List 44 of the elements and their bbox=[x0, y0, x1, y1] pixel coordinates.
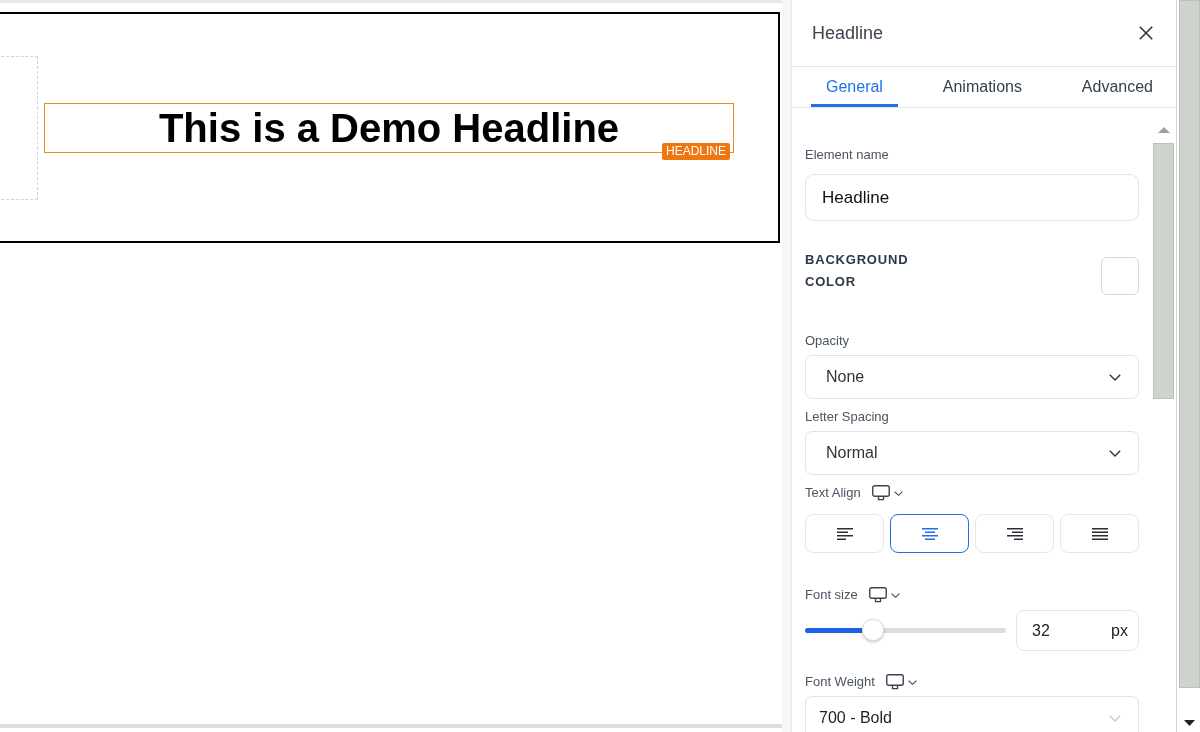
tab[interactable]: Animations bbox=[927, 67, 1037, 107]
number-field[interactable]: 32 px bbox=[1016, 610, 1139, 651]
field-label: Font size bbox=[805, 587, 858, 603]
field-label: BACKGROUND COLOR bbox=[805, 251, 910, 291]
tab[interactable]: Advanced bbox=[1066, 67, 1168, 107]
align-center-button[interactable] bbox=[890, 514, 969, 553]
slider-thumb[interactable] bbox=[862, 619, 885, 641]
chevron-down-icon[interactable] bbox=[890, 592, 900, 598]
monitor-icon[interactable] bbox=[871, 485, 890, 501]
close-button[interactable] bbox=[1139, 26, 1153, 40]
monitor-icon[interactable] bbox=[868, 587, 887, 603]
dropdown[interactable]: Normal bbox=[805, 431, 1139, 475]
panel-title: Headline bbox=[812, 22, 884, 44]
text-field[interactable]: Headline bbox=[805, 174, 1139, 221]
chevron-down-icon[interactable] bbox=[893, 490, 903, 496]
field-value: 32 bbox=[1032, 621, 1050, 640]
align-right-icon bbox=[1006, 527, 1023, 540]
chevron-down-icon[interactable] bbox=[1109, 449, 1121, 457]
align-justify-icon bbox=[1091, 527, 1108, 540]
scrollbar-thumb[interactable] bbox=[1153, 143, 1174, 399]
field-label: Element name bbox=[805, 147, 889, 163]
align-justify-button[interactable] bbox=[1060, 514, 1139, 553]
align-right-button[interactable] bbox=[975, 514, 1054, 553]
field-label: Opacity bbox=[805, 333, 850, 349]
scroll-down-arrow-icon[interactable] bbox=[1184, 720, 1195, 726]
color-swatch[interactable] bbox=[1101, 257, 1139, 295]
monitor-icon[interactable] bbox=[885, 674, 904, 690]
field-label: Text Align bbox=[805, 485, 861, 501]
dropdown[interactable]: None bbox=[805, 355, 1139, 399]
chevron-down-icon[interactable] bbox=[1109, 373, 1121, 381]
headline-text: This is a Demo Headline bbox=[158, 104, 620, 152]
scroll-up-arrow-icon[interactable] bbox=[1157, 127, 1170, 133]
chevron-down-icon[interactable] bbox=[907, 679, 917, 685]
align-left-button[interactable] bbox=[805, 514, 884, 553]
element-type-tag: HEADLINE bbox=[661, 142, 730, 160]
tab[interactable]: General bbox=[811, 67, 898, 107]
dropdown[interactable]: 700 - Bold bbox=[805, 696, 1139, 732]
unit-label: px bbox=[1111, 621, 1128, 640]
scrollbar-thumb[interactable] bbox=[1179, 0, 1200, 688]
field-label: Letter Spacing bbox=[805, 409, 889, 425]
align-center-icon bbox=[921, 527, 938, 540]
close-icon bbox=[1139, 26, 1153, 40]
field-label: Font Weight bbox=[805, 674, 875, 690]
align-left-icon bbox=[836, 527, 853, 540]
